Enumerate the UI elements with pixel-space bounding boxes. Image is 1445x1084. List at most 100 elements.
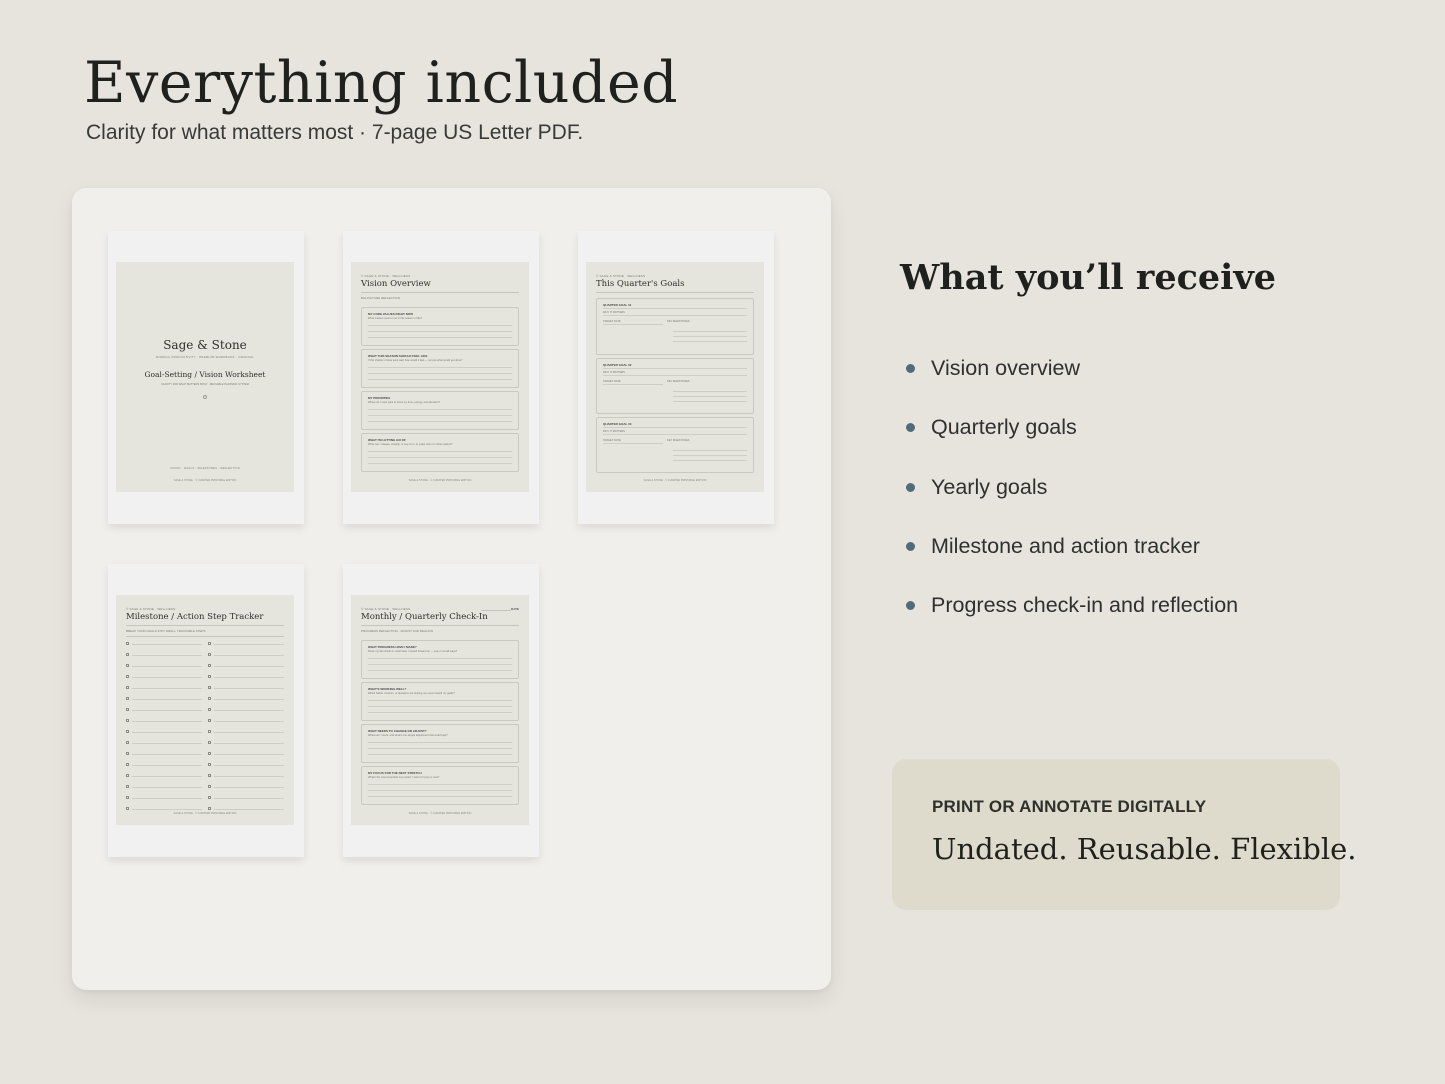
cover-sections: VISION · GOALS · MILESTONES · REFLECTION <box>170 467 240 470</box>
checklist-row <box>208 741 284 745</box>
checkbox-icon <box>126 730 129 733</box>
checkbox-icon <box>126 807 129 810</box>
cover-brand: Sage & Stone <box>163 338 247 352</box>
list-item-label: Progress check-in and reflection <box>931 593 1239 618</box>
goal-box: QUARTER GOAL #2 WHY IT MATTERS TARGET DA… <box>596 358 754 414</box>
goal-label: QUARTER GOAL #1 <box>603 303 632 307</box>
prompt-label: WHAT'S WORKING WELL? <box>368 687 407 691</box>
checklist-row <box>126 697 202 701</box>
goal-why: WHY IT MATTERS <box>603 371 625 374</box>
prompt-hint: Where do I most want to focus my time, e… <box>368 401 440 404</box>
checkbox-icon <box>208 774 211 777</box>
page-heading: Vision Overview <box>361 279 431 289</box>
page-brand: © SAGE & STONE · WELLNESS <box>596 274 646 278</box>
checkbox-icon <box>126 697 129 700</box>
list-item-label: Milestone and action tracker <box>931 533 1200 558</box>
checklist-row <box>126 763 202 767</box>
page-heading: This Quarter's Goals <box>596 279 685 289</box>
prompt-label: WHAT THIS SEASON SHOULD FEEL LIKE <box>368 354 428 358</box>
goal-date: TARGET DATE <box>603 380 621 383</box>
list-item: Yearly goals <box>906 472 1238 531</box>
bullet-icon <box>906 482 915 492</box>
page-content: Sage & Stone MINDFUL PRODUCTIVITY · PREM… <box>116 262 294 492</box>
callout-card: PRINT OR ANNOTATE DIGITALLY Undated. Reu… <box>892 759 1356 910</box>
checklist-row <box>208 763 284 767</box>
checkbox-icon <box>126 719 129 722</box>
checkbox-icon <box>126 642 129 645</box>
checklist-row <box>126 686 202 690</box>
page-content: © SAGE & STONE · WELLNESS Vision Overvie… <box>351 262 529 492</box>
page-content: © SAGE & STONE · WELLNESS This Quarter's… <box>586 262 764 492</box>
callout-kicker: PRINT OR ANNOTATE DIGITALLY <box>932 797 1207 816</box>
page-content: © SAGE & STONE · WELLNESS Milestone / Ac… <box>116 595 294 825</box>
page-content: © SAGE & STONE · WELLNESS DATE Monthly /… <box>351 595 529 825</box>
page-thumbnail-check-in[interactable]: © SAGE & STONE · WELLNESS DATE Monthly /… <box>343 564 539 857</box>
page-thumbnail-quarter-goals[interactable]: © SAGE & STONE · WELLNESS This Quarter's… <box>578 231 774 524</box>
checkbox-icon <box>208 730 211 733</box>
list-item: Milestone and action tracker <box>906 531 1238 590</box>
page-footer: SAGE & STONE · © CURATED PRINTABLE EDITI… <box>173 479 237 482</box>
checklist-row <box>126 642 202 646</box>
list-item: Vision overview <box>906 353 1238 412</box>
cover-tagline: MINDFUL PRODUCTIVITY · PREMIUM WORKBOOK … <box>156 355 254 359</box>
prompt-box: MY CORE VALUES RIGHT NOW What matters mo… <box>361 307 519 346</box>
checkbox-icon <box>208 697 211 700</box>
page-thumbnail-vision[interactable]: © SAGE & STONE · WELLNESS Vision Overvie… <box>343 231 539 524</box>
goal-box: QUARTER GOAL #1 WHY IT MATTERS TARGET DA… <box>596 298 754 355</box>
prompt-box: WHAT THIS SEASON SHOULD FEEL LIKE If thi… <box>361 349 519 388</box>
goal-date: TARGET DATE <box>603 320 621 323</box>
checklist-row <box>126 796 202 800</box>
page-footer: SAGE & STONE · © CURATED PRINTABLE EDITI… <box>173 812 237 815</box>
prompt-hint: Since my last check-in, what have I move… <box>368 650 458 653</box>
checklist-row <box>208 807 284 811</box>
goal-label: QUARTER GOAL #3 <box>603 422 632 426</box>
prompt-hint: What matters most to me in this season o… <box>368 317 422 320</box>
ornament-icon <box>203 395 207 399</box>
prompt-box: WHAT NEEDS TO CHANGE OR ADJUST? Where am… <box>361 724 519 763</box>
goal-why: WHY IT MATTERS <box>603 311 625 314</box>
checkbox-icon <box>208 807 211 810</box>
prompt-hint: What's the most important next action I … <box>368 776 440 779</box>
checkbox-icon <box>126 675 129 678</box>
checklist-row <box>208 664 284 668</box>
page-subheading: PROGRESS REFLECTION · ADJUST AND REALIGN <box>361 629 433 633</box>
page-subheading: BIG PICTURE REFLECTION <box>361 296 401 300</box>
checkbox-icon <box>208 763 211 766</box>
prompt-label: WHAT NEEDS TO CHANGE OR ADJUST? <box>368 729 427 733</box>
prompt-hint: Where am I stuck, and what's one simple … <box>368 734 448 737</box>
checkbox-icon <box>126 664 129 667</box>
goal-why: WHY IT MATTERS <box>603 430 625 433</box>
prompt-box: WHAT I'M LETTING GO OF What can I releas… <box>361 433 519 472</box>
page-brand: © SAGE & STONE · WELLNESS <box>361 274 411 278</box>
checklist-row <box>208 686 284 690</box>
prompt-label: MY CORE VALUES RIGHT NOW <box>368 312 414 316</box>
checkbox-icon <box>208 664 211 667</box>
prompt-hint: If this chapter of time went well, how w… <box>368 359 463 362</box>
receive-list: Vision overview Quarterly goals Yearly g… <box>906 353 1238 649</box>
prompt-box: WHAT'S WORKING WELL? Which habits, routi… <box>361 682 519 721</box>
checklist-row <box>208 774 284 778</box>
checkbox-icon <box>208 686 211 689</box>
checklist-row <box>126 752 202 756</box>
page-thumbnail-cover[interactable]: Sage & Stone MINDFUL PRODUCTIVITY · PREM… <box>108 231 304 524</box>
checklist-row <box>126 719 202 723</box>
bullet-icon <box>906 541 915 551</box>
page-heading: Monthly / Quarterly Check-In <box>361 612 488 622</box>
page-thumbnail-milestone-tracker[interactable]: © SAGE & STONE · WELLNESS Milestone / Ac… <box>108 564 304 857</box>
prompt-label: MY FOCUS FOR THE NEXT STRETCH <box>368 771 422 775</box>
page-brand: © SAGE & STONE · WELLNESS <box>361 607 411 611</box>
checklist-row <box>208 796 284 800</box>
checklist-row <box>208 642 284 646</box>
checklist-row <box>208 675 284 679</box>
checklist-row <box>126 708 202 712</box>
checklist-row <box>126 664 202 668</box>
cover-doc-subtitle: CLARITY FOR WHAT MATTERS MOST · REUSABLE… <box>161 383 249 386</box>
prompt-label: MY PRIORITIES <box>368 396 391 400</box>
checklist-row <box>208 785 284 789</box>
checkbox-icon <box>208 675 211 678</box>
checkbox-icon <box>126 653 129 656</box>
checklist-row <box>126 730 202 734</box>
page-title: Everything included <box>84 50 679 116</box>
checklist-row <box>126 807 202 811</box>
checkbox-icon <box>208 752 211 755</box>
